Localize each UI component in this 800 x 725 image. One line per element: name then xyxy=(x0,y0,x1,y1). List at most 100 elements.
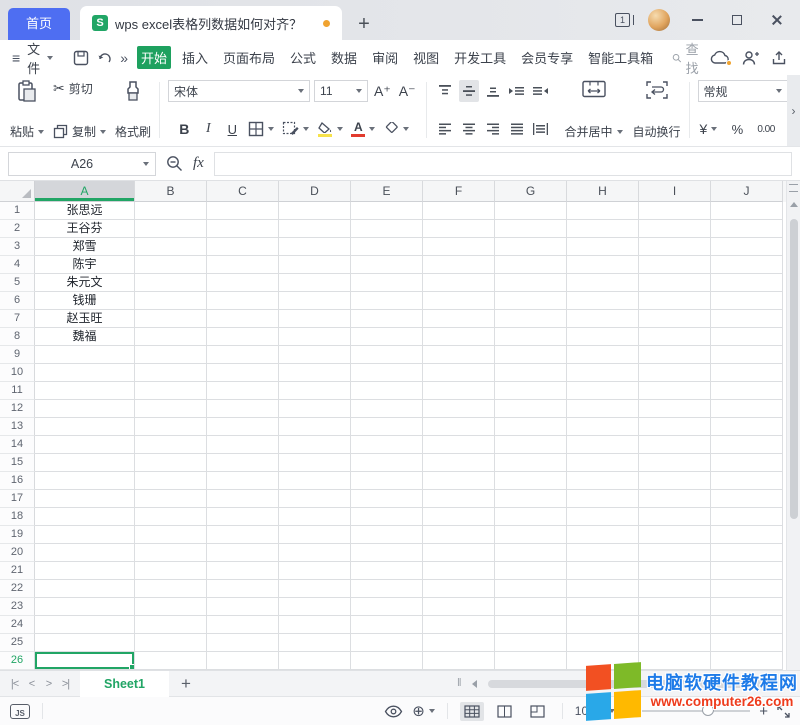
percent-button[interactable]: % xyxy=(727,118,747,140)
cell-C21[interactable] xyxy=(207,562,279,580)
cell-G25[interactable] xyxy=(495,634,567,652)
cell-J25[interactable] xyxy=(711,634,783,652)
cell-A22[interactable] xyxy=(35,580,135,598)
cell-J22[interactable] xyxy=(711,580,783,598)
quick-calc-button[interactable]: ⊕ xyxy=(412,702,435,720)
cell-C23[interactable] xyxy=(207,598,279,616)
cell-H24[interactable] xyxy=(567,616,639,634)
cell-G7[interactable] xyxy=(495,310,567,328)
cell-J3[interactable] xyxy=(711,238,783,256)
row-header-25[interactable]: 25 xyxy=(0,634,35,652)
cell-I21[interactable] xyxy=(639,562,711,580)
decrease-indent-button[interactable] xyxy=(507,80,527,102)
row-header-4[interactable]: 4 xyxy=(0,256,35,274)
cell-D12[interactable] xyxy=(279,400,351,418)
cell-H20[interactable] xyxy=(567,544,639,562)
cell-F26[interactable] xyxy=(423,652,495,670)
save-button[interactable] xyxy=(73,50,89,66)
cell-B5[interactable] xyxy=(135,274,207,292)
cell-B7[interactable] xyxy=(135,310,207,328)
cell-J6[interactable] xyxy=(711,292,783,310)
cell-G12[interactable] xyxy=(495,400,567,418)
cell-C19[interactable] xyxy=(207,526,279,544)
row-header-22[interactable]: 22 xyxy=(0,580,35,598)
cell-I25[interactable] xyxy=(639,634,711,652)
cell-I16[interactable] xyxy=(639,472,711,490)
cell-J4[interactable] xyxy=(711,256,783,274)
cell-G23[interactable] xyxy=(495,598,567,616)
cloud-sync-button[interactable] xyxy=(710,50,730,65)
row-header-12[interactable]: 12 xyxy=(0,400,35,418)
menu-tab-开始[interactable]: 开始 xyxy=(137,46,171,69)
cell-D25[interactable] xyxy=(279,634,351,652)
cell-J24[interactable] xyxy=(711,616,783,634)
cell-I10[interactable] xyxy=(639,364,711,382)
cell-F8[interactable] xyxy=(423,328,495,346)
cell-I3[interactable] xyxy=(639,238,711,256)
column-header-J[interactable]: J xyxy=(711,181,783,202)
cell-A11[interactable] xyxy=(35,382,135,400)
cell-J7[interactable] xyxy=(711,310,783,328)
cell-B13[interactable] xyxy=(135,418,207,436)
menu-tab-数据[interactable]: 数据 xyxy=(327,46,361,69)
cell-C16[interactable] xyxy=(207,472,279,490)
avatar[interactable] xyxy=(648,9,670,31)
cell-I14[interactable] xyxy=(639,436,711,454)
cell-B19[interactable] xyxy=(135,526,207,544)
cell-B1[interactable] xyxy=(135,202,207,220)
cell-D8[interactable] xyxy=(279,328,351,346)
cell-E25[interactable] xyxy=(351,634,423,652)
cell-B10[interactable] xyxy=(135,364,207,382)
cell-H2[interactable] xyxy=(567,220,639,238)
zoom-out-formula-icon[interactable] xyxy=(166,155,183,172)
justify-button[interactable] xyxy=(507,118,527,140)
cell-J2[interactable] xyxy=(711,220,783,238)
cell-G9[interactable] xyxy=(495,346,567,364)
scroll-left-arrow-icon[interactable] xyxy=(472,680,477,688)
column-header-F[interactable]: F xyxy=(423,181,495,202)
cell-A2[interactable]: 王谷芬 xyxy=(35,220,135,238)
cell-D26[interactable] xyxy=(279,652,351,670)
cell-D15[interactable] xyxy=(279,454,351,472)
cell-A13[interactable] xyxy=(35,418,135,436)
align-center-button[interactable] xyxy=(459,118,479,140)
vertical-scrollbar-thumb[interactable] xyxy=(790,219,798,519)
row-header-15[interactable]: 15 xyxy=(0,454,35,472)
cell-J16[interactable] xyxy=(711,472,783,490)
cell-C7[interactable] xyxy=(207,310,279,328)
cell-F17[interactable] xyxy=(423,490,495,508)
cell-H9[interactable] xyxy=(567,346,639,364)
cell-A24[interactable] xyxy=(35,616,135,634)
document-tab[interactable]: S wps excel表格列数据如何对齐？ xyxy=(80,6,342,40)
align-left-button[interactable] xyxy=(435,118,455,140)
cell-I22[interactable] xyxy=(639,580,711,598)
cell-A8[interactable]: 魏福 xyxy=(35,328,135,346)
sheet-tab-sheet1[interactable]: Sheet1 xyxy=(80,671,169,697)
bold-button[interactable]: B xyxy=(174,118,194,140)
cell-A5[interactable]: 朱元文 xyxy=(35,274,135,292)
cell-C10[interactable] xyxy=(207,364,279,382)
column-header-C[interactable]: C xyxy=(207,181,279,202)
cell-B18[interactable] xyxy=(135,508,207,526)
cell-C4[interactable] xyxy=(207,256,279,274)
row-header-3[interactable]: 3 xyxy=(0,238,35,256)
cell-C22[interactable] xyxy=(207,580,279,598)
cell-B16[interactable] xyxy=(135,472,207,490)
cell-F15[interactable] xyxy=(423,454,495,472)
cell-D16[interactable] xyxy=(279,472,351,490)
underline-button[interactable]: U xyxy=(222,118,242,140)
window-arrange-icon[interactable]: 1 xyxy=(615,13,630,27)
cell-F5[interactable] xyxy=(423,274,495,292)
cell-D19[interactable] xyxy=(279,526,351,544)
cell-G26[interactable] xyxy=(495,652,567,670)
cell-E13[interactable] xyxy=(351,418,423,436)
row-header-16[interactable]: 16 xyxy=(0,472,35,490)
cell-G20[interactable] xyxy=(495,544,567,562)
cell-J18[interactable] xyxy=(711,508,783,526)
cell-J1[interactable] xyxy=(711,202,783,220)
cell-H13[interactable] xyxy=(567,418,639,436)
cell-I19[interactable] xyxy=(639,526,711,544)
cell-F4[interactable] xyxy=(423,256,495,274)
cell-H12[interactable] xyxy=(567,400,639,418)
cell-D4[interactable] xyxy=(279,256,351,274)
